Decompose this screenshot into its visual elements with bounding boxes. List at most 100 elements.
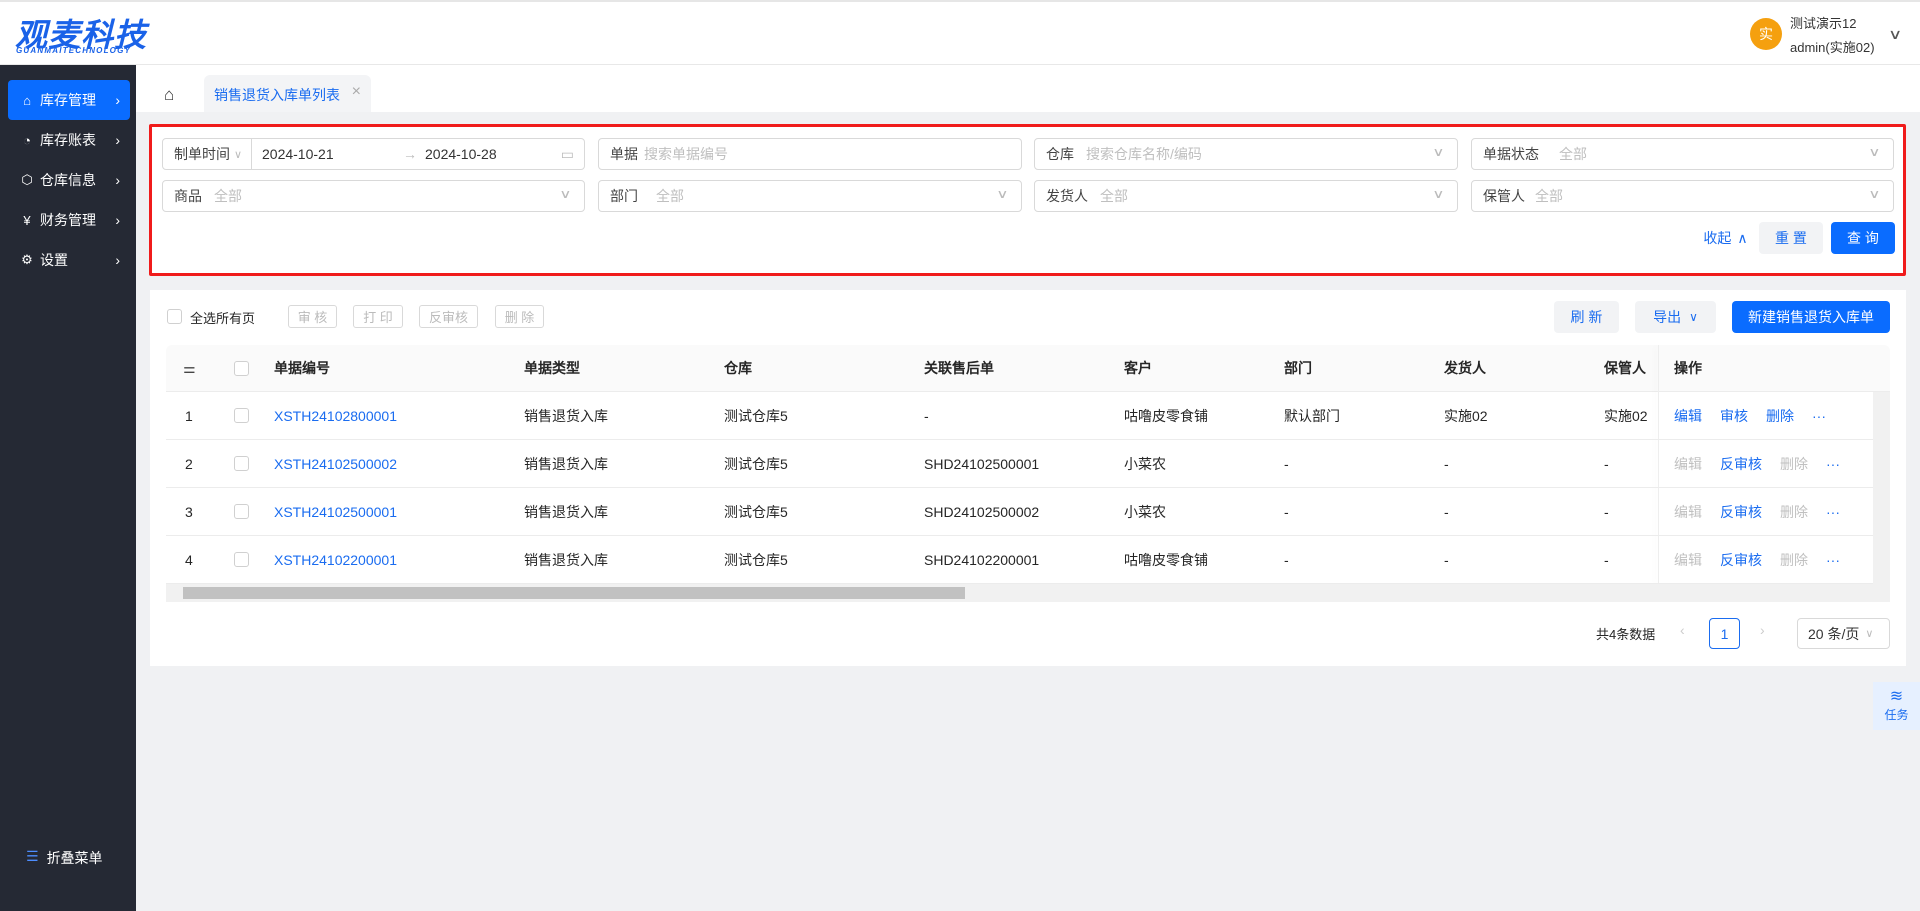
- collapse-filter-button[interactable]: 收起 ∧: [1698, 222, 1753, 254]
- warehouse-select[interactable]: 仓库 搜索仓库名称/编码 ∨: [1034, 138, 1458, 170]
- home-icon[interactable]: ⌂: [164, 85, 174, 105]
- doc-number-link[interactable]: XSTH24102500002: [274, 440, 397, 488]
- avatar[interactable]: 实: [1750, 18, 1782, 50]
- edit-action[interactable]: 编辑: [1674, 440, 1702, 488]
- export-button[interactable]: 导出 ∨: [1635, 301, 1716, 333]
- collapse-menu-button[interactable]: ☰ 折叠菜单: [26, 848, 103, 868]
- warehouse: 测试仓库5: [724, 408, 788, 424]
- chevron-right-icon: ›: [115, 132, 120, 148]
- unapprove-action[interactable]: 反审核: [1720, 536, 1762, 584]
- sidebar-item-settings[interactable]: ⚙ 设置 ›: [8, 240, 130, 280]
- box-icon: ⬡: [21, 172, 33, 187]
- doc-number-link[interactable]: XSTH24102200001: [274, 536, 397, 584]
- warehouse: 测试仓库5: [724, 552, 788, 568]
- edit-action[interactable]: 编辑: [1674, 488, 1702, 536]
- doc-number-search[interactable]: 单据 搜索单据编号: [598, 138, 1022, 170]
- delete-action[interactable]: 删除: [1766, 392, 1794, 440]
- keeper: -: [1604, 456, 1609, 472]
- user-name[interactable]: 测试演示12: [1790, 13, 1856, 32]
- col-department: 部门: [1284, 360, 1312, 376]
- col-doc-no: 单据编号: [274, 360, 330, 376]
- print-button[interactable]: 打 印: [353, 305, 403, 328]
- department-select[interactable]: 部门 全部 ∨: [598, 180, 1022, 212]
- customer: 咕噜皮零食铺: [1124, 552, 1208, 568]
- keeper-value: 全部: [1535, 188, 1563, 204]
- delete-action[interactable]: 删除: [1780, 440, 1808, 488]
- refresh-button[interactable]: 刷 新: [1554, 301, 1619, 333]
- user-menu-chevron-icon[interactable]: ∨: [1888, 26, 1902, 43]
- status-label: 单据状态: [1483, 146, 1539, 162]
- delete-action[interactable]: 删除: [1780, 536, 1808, 584]
- doc-type: 销售退货入库: [524, 552, 608, 568]
- chevron-down-icon: ∨: [1868, 145, 1881, 159]
- date-start-input[interactable]: 2024-10-21: [262, 146, 334, 162]
- col-keeper: 保管人: [1604, 360, 1646, 376]
- shipper: -: [1444, 552, 1449, 568]
- row-checkbox[interactable]: [234, 552, 249, 567]
- edit-action[interactable]: 编辑: [1674, 536, 1702, 584]
- scrollbar-thumb[interactable]: [183, 587, 965, 599]
- column-settings-icon[interactable]: ⚌: [183, 360, 196, 377]
- warehouse-search-input[interactable]: 搜索仓库名称/编码: [1086, 144, 1202, 164]
- sidebar-item-label: 仓库信息: [40, 172, 96, 188]
- row-checkbox[interactable]: [234, 408, 249, 423]
- sidebar-item-warehouse-info[interactable]: ⬡ 仓库信息 ›: [8, 160, 130, 200]
- shipper-value: 全部: [1100, 188, 1128, 204]
- more-actions-icon[interactable]: ···: [1826, 536, 1840, 584]
- delete-action[interactable]: 删除: [1780, 488, 1808, 536]
- page-size-select[interactable]: 20 条/页 ∨: [1797, 618, 1890, 649]
- reset-button[interactable]: 重 置: [1759, 222, 1823, 254]
- warehouse-label: 仓库: [1046, 146, 1074, 162]
- prev-page-button[interactable]: ‹: [1680, 622, 1685, 638]
- sidebar-item-finance[interactable]: ¥ 财务管理 ›: [8, 200, 130, 240]
- department: -: [1284, 504, 1289, 520]
- department: -: [1284, 456, 1289, 472]
- date-range-field[interactable]: 制单时间 ∨ 2024-10-21 → 2024-10-28 ▭: [162, 138, 585, 170]
- user-account[interactable]: admin(实施02): [1790, 37, 1875, 56]
- calendar-icon: ▭: [560, 145, 574, 162]
- unapprove-action[interactable]: 反审核: [1720, 440, 1762, 488]
- page-1-button[interactable]: 1: [1709, 618, 1740, 649]
- create-button[interactable]: 新建销售退货入库单: [1732, 301, 1890, 333]
- next-page-button[interactable]: ›: [1760, 622, 1765, 638]
- top-header: 观麦科技 GUANMAITECHNOLOGY 实 测试演示12 admin(实施…: [0, 0, 1920, 65]
- page-size-value: 20 条/页: [1808, 625, 1860, 642]
- sidebar: ⌂ 库存管理 › ◔ 库存账表 › ⬡ 仓库信息 › ¥ 财务管理 › ⚙ 设置 ›: [0, 65, 136, 911]
- delete-button[interactable]: 删 除: [495, 305, 544, 328]
- chevron-down-icon: ∨: [1432, 145, 1445, 159]
- collapse-menu-label: 折叠菜单: [46, 850, 103, 866]
- product-value: 全部: [214, 188, 242, 204]
- more-actions-icon[interactable]: ···: [1812, 392, 1826, 440]
- sidebar-item-inventory[interactable]: ⌂ 库存管理 ›: [8, 80, 130, 120]
- task-float-button[interactable]: ≋ 任务: [1873, 682, 1920, 730]
- query-button[interactable]: 查 询: [1831, 222, 1895, 254]
- pie-chart-icon: ◔: [23, 132, 31, 148]
- header-checkbox[interactable]: [234, 361, 249, 376]
- sidebar-item-inventory-report[interactable]: ◔ 库存账表 ›: [8, 120, 130, 160]
- close-icon[interactable]: ×: [352, 83, 361, 101]
- shipper-select[interactable]: 发货人 全部 ∨: [1034, 180, 1458, 212]
- keeper: -: [1604, 552, 1609, 568]
- horizontal-scrollbar[interactable]: [166, 584, 1873, 602]
- approve-button[interactable]: 审 核: [288, 305, 337, 328]
- unapprove-action[interactable]: 反审核: [1720, 488, 1762, 536]
- unapprove-button[interactable]: 反审核: [419, 305, 478, 328]
- date-end-input[interactable]: 2024-10-28: [425, 146, 497, 162]
- doc-number-link[interactable]: XSTH24102500001: [274, 488, 397, 536]
- more-actions-icon[interactable]: ···: [1826, 440, 1840, 488]
- approve-action[interactable]: 审核: [1720, 392, 1748, 440]
- more-actions-icon[interactable]: ···: [1826, 488, 1840, 536]
- vertical-scrollbar[interactable]: [1873, 392, 1890, 602]
- edit-action[interactable]: 编辑: [1674, 392, 1702, 440]
- select-all-checkbox[interactable]: [167, 309, 182, 324]
- product-select[interactable]: 商品 全部 ∨: [162, 180, 585, 212]
- date-type-select[interactable]: 制单时间: [163, 144, 230, 164]
- keeper-select[interactable]: 保管人 全部 ∨: [1471, 180, 1894, 212]
- keeper: -: [1604, 504, 1609, 520]
- status-select[interactable]: 单据状态 全部 ∨: [1471, 138, 1894, 170]
- doc-number-link[interactable]: XSTH24102800001: [274, 392, 397, 440]
- doc-search-input[interactable]: 搜索单据编号: [644, 144, 728, 164]
- row-checkbox[interactable]: [234, 456, 249, 471]
- row-checkbox[interactable]: [234, 504, 249, 519]
- tab-sales-return-list[interactable]: 销售退货入库单列表 ×: [204, 75, 371, 112]
